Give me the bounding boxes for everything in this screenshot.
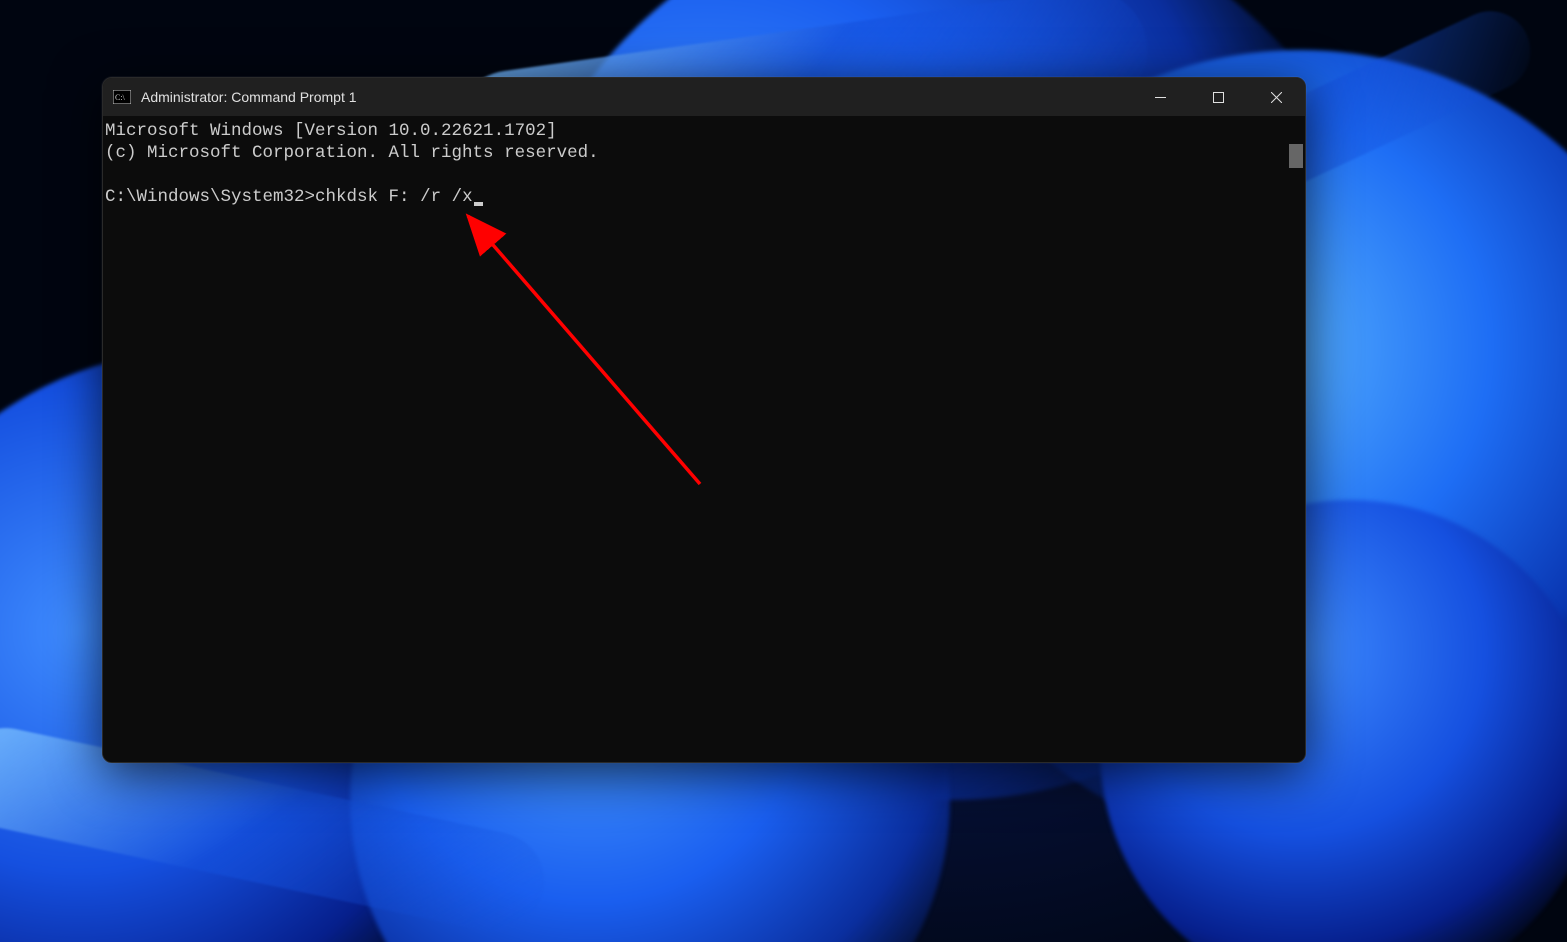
svg-text:C:\: C:\	[115, 93, 126, 102]
command-prompt-window[interactable]: C:\ Administrator: Command Prompt 1 Micr…	[102, 77, 1306, 763]
maximize-button[interactable]	[1189, 78, 1247, 116]
scrollbar-thumb[interactable]	[1289, 144, 1303, 168]
terminal-line-version: Microsoft Windows [Version 10.0.22621.17…	[105, 121, 557, 141]
window-title: Administrator: Command Prompt 1	[141, 89, 357, 105]
window-titlebar[interactable]: C:\ Administrator: Command Prompt 1	[103, 78, 1305, 116]
terminal-line-copyright: (c) Microsoft Corporation. All rights re…	[105, 143, 599, 163]
terminal-output: Microsoft Windows [Version 10.0.22621.17…	[105, 120, 1297, 208]
terminal-body[interactable]: Microsoft Windows [Version 10.0.22621.17…	[103, 116, 1305, 762]
terminal-command: chkdsk F: /r /x	[315, 186, 473, 208]
cmd-icon: C:\	[113, 89, 131, 105]
window-controls	[1131, 78, 1305, 116]
terminal-prompt: C:\Windows\System32>	[105, 186, 315, 208]
cursor	[474, 202, 483, 206]
minimize-button[interactable]	[1131, 78, 1189, 116]
close-button[interactable]	[1247, 78, 1305, 116]
